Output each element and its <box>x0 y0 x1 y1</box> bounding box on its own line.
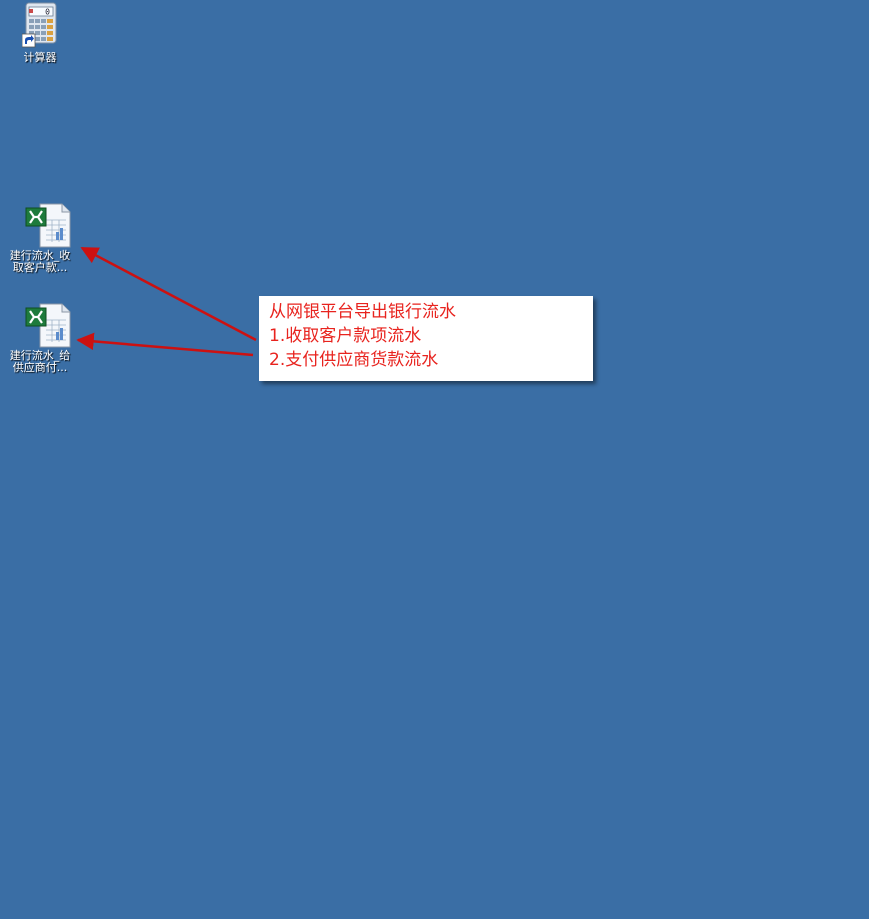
arrow-to-receipts-file <box>80 246 257 342</box>
desktop-icon-label-line2: 取客户款... <box>12 261 68 274</box>
svg-text:0: 0 <box>45 8 50 17</box>
desktop-icon-calculator[interactable]: 0 计算器 <box>2 2 78 64</box>
annotation-callout: 从网银平台导出银行流水 1.收取客户款项流水 2.支付供应商货款流水 <box>259 296 593 381</box>
arrow-to-payments-file <box>76 332 254 357</box>
desktop-icon-label-line2: 供应商付... <box>12 361 68 374</box>
desktop-icon-excel-file-payments[interactable]: 建行流水_给 供应商付... <box>2 302 78 374</box>
excel-file-icon <box>22 302 71 348</box>
callout-item-receipts: 1.收取客户款项流水 <box>269 326 422 346</box>
excel-file-icon <box>22 202 71 248</box>
callout-heading: 从网银平台导出银行流水 <box>269 302 456 322</box>
annotation-arrows <box>76 246 257 357</box>
desktop[interactable]: 0 计算器 建行流水_收 取客户款... 建行流水_给 供应商付... 从网银平… <box>0 0 869 919</box>
shortcut-arrow-icon <box>21 33 36 48</box>
callout-item-payments: 2.支付供应商货款流水 <box>269 350 439 370</box>
desktop-icon-label: 计算器 <box>23 51 57 64</box>
calculator-icon: 0 <box>21 2 58 50</box>
desktop-icon-excel-file-receipts[interactable]: 建行流水_收 取客户款... <box>2 202 78 274</box>
